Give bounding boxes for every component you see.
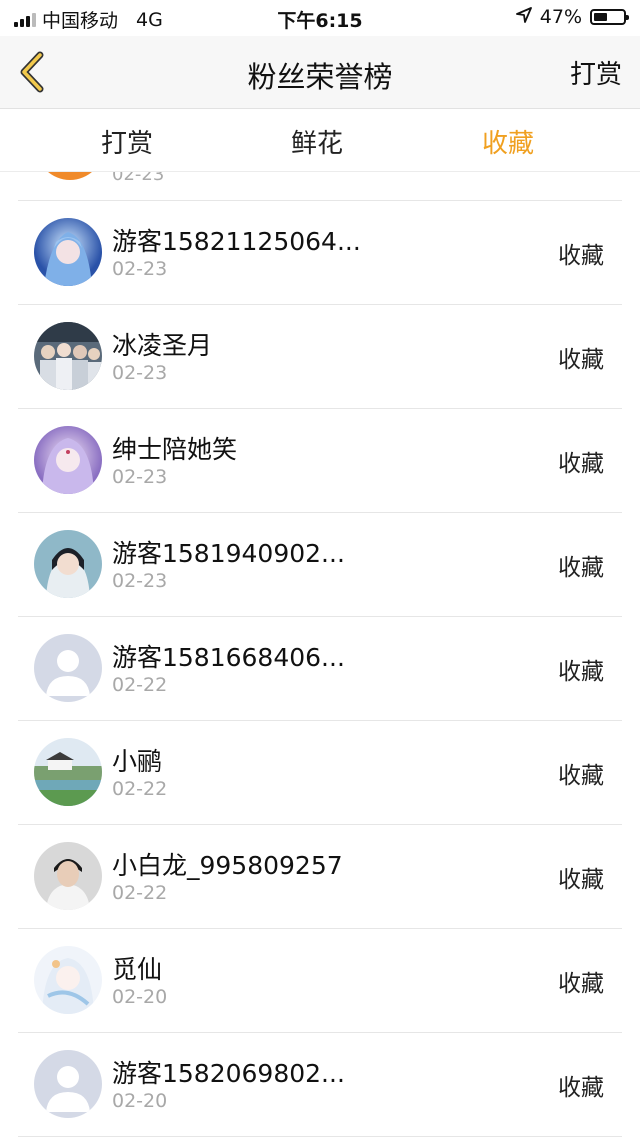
list-item[interactable]: 游客1582069802... 02-20 收藏 xyxy=(18,1032,622,1137)
item-date: 02-23 xyxy=(112,172,165,185)
battery-percent: 47% xyxy=(539,6,582,28)
item-date: 02-20 xyxy=(112,1090,168,1112)
list-item[interactable]: 小白龙_995809257 02-22 收藏 xyxy=(18,824,622,929)
avatar xyxy=(34,738,102,806)
item-date: 02-23 xyxy=(112,570,168,592)
avatar xyxy=(34,634,102,702)
avatar xyxy=(34,946,102,1014)
tab-bar: 打赏 鲜花 收藏 xyxy=(0,109,640,172)
battery-icon xyxy=(590,9,629,25)
list-item[interactable]: 游客1581668406... 02-22 收藏 xyxy=(18,616,622,721)
item-date: 02-23 xyxy=(112,362,168,384)
tab-flowers[interactable]: 鲜花 xyxy=(291,123,343,160)
list-item[interactable]: 02-23 xyxy=(18,172,622,201)
avatar xyxy=(34,1050,102,1118)
item-date: 02-23 xyxy=(112,466,168,488)
user-name: 小白龙_995809257 xyxy=(112,851,343,880)
action-label: 收藏 xyxy=(558,451,604,477)
battery-fill xyxy=(594,13,607,21)
action-label: 收藏 xyxy=(558,347,604,373)
action-label: 收藏 xyxy=(558,971,604,997)
action-label: 收藏 xyxy=(558,659,604,685)
action-label: 收藏 xyxy=(558,555,604,581)
status-right: 47% xyxy=(515,6,629,28)
avatar xyxy=(34,322,102,390)
list-item[interactable]: 小鹂 02-22 收藏 xyxy=(18,720,622,825)
action-label: 收藏 xyxy=(558,243,604,269)
status-bar: 中国移动 4G 下午6:15 47% xyxy=(0,0,640,36)
list-item[interactable]: 觅仙 02-20 收藏 xyxy=(18,928,622,1033)
nav-header: 粉丝荣誉榜 打赏 xyxy=(0,36,640,109)
action-label: 收藏 xyxy=(558,763,604,789)
list-item[interactable]: 游客1581940902... 02-23 收藏 xyxy=(18,512,622,617)
user-name: 游客1582069802... xyxy=(112,1059,345,1088)
tab-favorites[interactable]: 收藏 xyxy=(482,123,534,160)
avatar xyxy=(34,530,102,598)
item-date: 02-22 xyxy=(112,778,168,800)
user-name: 游客15821125064... xyxy=(112,227,361,256)
item-date: 02-20 xyxy=(112,986,168,1008)
item-date: 02-22 xyxy=(112,882,168,904)
user-name: 冰凌圣月 xyxy=(112,331,213,360)
user-name: 游客1581940902... xyxy=(112,539,345,568)
list-item[interactable]: 绅士陪她笑 02-23 收藏 xyxy=(18,408,622,513)
user-name: 绅士陪她笑 xyxy=(112,435,238,464)
list-item[interactable]: 游客15821125064... 02-23 收藏 xyxy=(18,200,622,305)
action-label: 收藏 xyxy=(558,867,604,893)
action-label: 收藏 xyxy=(558,1075,604,1101)
avatar xyxy=(34,426,102,494)
item-date: 02-23 xyxy=(112,258,168,280)
location-icon xyxy=(515,6,532,28)
item-date: 02-22 xyxy=(112,674,168,696)
avatar xyxy=(34,218,102,286)
user-name: 觅仙 xyxy=(112,955,163,984)
avatar xyxy=(34,842,102,910)
tip-button[interactable]: 打赏 xyxy=(570,54,622,91)
avatar xyxy=(36,172,104,180)
list-item[interactable]: 冰凌圣月 02-23 收藏 xyxy=(18,304,622,409)
fan-list: 02-23 游客15821125064... 02-23 收藏 冰凌圣月 02-23 收藏… xyxy=(0,172,640,1139)
page-title: 粉丝荣誉榜 xyxy=(247,60,393,94)
user-name: 游客1581668406... xyxy=(112,643,345,672)
user-name: 小鹂 xyxy=(112,747,163,776)
tab-tip[interactable]: 打赏 xyxy=(101,123,153,160)
